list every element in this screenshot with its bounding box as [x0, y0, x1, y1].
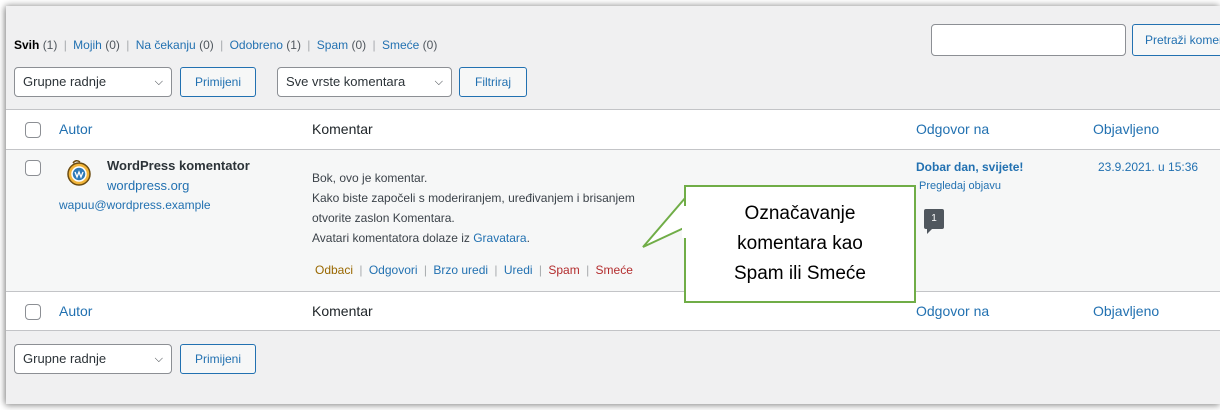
- column-date-footer[interactable]: Objavljeno: [1093, 303, 1159, 319]
- chevron-down-icon: ⌵: [434, 76, 443, 88]
- callout-gap-mask: [682, 206, 688, 238]
- filter-separator: |: [220, 38, 224, 52]
- column-author-footer[interactable]: Autor: [59, 303, 92, 319]
- filter-all[interactable]: Svih: [14, 38, 39, 52]
- filter-mine[interactable]: Mojih: [73, 38, 102, 52]
- edit-action[interactable]: Uredi: [504, 263, 533, 277]
- action-separator: |: [586, 263, 590, 277]
- action-separator: |: [538, 263, 543, 277]
- bulk-actions-select-bottom[interactable]: Grupne radnje ⌵: [14, 344, 172, 374]
- comment-type-value: Sve vrste komentara: [286, 74, 406, 89]
- comment-text: .: [526, 231, 530, 245]
- callout-line: komentara kao: [737, 233, 863, 254]
- trash-action[interactable]: Smeće: [596, 263, 633, 277]
- apply-button[interactable]: Primijeni: [180, 67, 256, 97]
- callout-line: Označavanje: [744, 203, 856, 224]
- column-comment-footer: Komentar: [312, 303, 373, 319]
- row-checkbox[interactable]: [25, 160, 41, 176]
- action-separator: |: [423, 263, 428, 277]
- filter-trash-count: (0): [422, 38, 438, 52]
- column-response-footer[interactable]: Odgovor na: [916, 303, 989, 319]
- comment-line: Kako biste započeli s moderiranjem, uređ…: [312, 191, 635, 205]
- action-separator: |: [494, 263, 498, 277]
- quick-edit-action[interactable]: Brzo uredi: [433, 263, 488, 277]
- filter-spam-count: (0): [351, 38, 367, 52]
- filter-pending-count: (0): [199, 38, 214, 52]
- filter-separator: |: [63, 38, 67, 52]
- select-all-checkbox[interactable]: [25, 122, 41, 138]
- filter-approved-count: (1): [286, 38, 301, 52]
- filter-approved[interactable]: Odobreno: [230, 38, 283, 52]
- comment-line: Avatari komentatora dolaze iz Gravatara.: [312, 228, 635, 248]
- table-row: WordPress komentator wordpress.org wapuu…: [6, 150, 1220, 292]
- comment-body: Bok, ovo je komentar. Kako biste započel…: [312, 168, 635, 248]
- action-separator: |: [359, 263, 363, 277]
- reply-action[interactable]: Odgovori: [369, 263, 418, 277]
- filter-trash[interactable]: Smeće: [382, 38, 419, 52]
- comment-count-badge[interactable]: 1: [924, 209, 944, 234]
- table-footer: Autor Komentar Odgovor na Objavljeno: [6, 292, 1220, 332]
- filter-mine-count: (0): [105, 38, 120, 52]
- filter-separator: |: [307, 38, 311, 52]
- author-name: WordPress komentator: [107, 158, 250, 173]
- comment-type-select[interactable]: Sve vrste komentara ⌵: [277, 67, 452, 97]
- status-filters: Svih (1) | Mojih (0) | Na čekanju (0) | …: [14, 38, 437, 52]
- column-response[interactable]: Odgovor na: [916, 121, 989, 137]
- author-url[interactable]: wordpress.org: [107, 178, 189, 193]
- filter-pending[interactable]: Na čekanju: [136, 38, 196, 52]
- response-post-title[interactable]: Dobar dan, svijete!: [916, 160, 1023, 174]
- callout-line: Spam ili Smeće: [734, 263, 866, 284]
- unapprove-action[interactable]: Odbaci: [315, 263, 353, 277]
- chevron-down-icon: ⌵: [154, 76, 163, 88]
- bulk-actions-select[interactable]: Grupne radnje ⌵: [14, 67, 172, 97]
- filter-separator: |: [126, 38, 130, 52]
- comment-line: otvorite zaslon Komentara.: [312, 211, 455, 225]
- search-input[interactable]: [931, 24, 1126, 56]
- comment-line: Bok, ovo je komentar.: [312, 171, 428, 185]
- filter-button[interactable]: Filtriraj: [459, 67, 527, 97]
- view-post-link[interactable]: Pregledaj objavu: [919, 180, 1001, 192]
- filter-all-count: (1): [42, 38, 58, 52]
- row-actions: Odbaci | Odgovori | Brzo uredi | Uredi |…: [315, 263, 633, 277]
- apply-button-bottom[interactable]: Primijeni: [180, 344, 256, 374]
- bulk-actions-value: Grupne radnje: [23, 351, 107, 366]
- avatar: [67, 159, 91, 186]
- bulk-actions-value: Grupne radnje: [23, 74, 107, 89]
- search-button[interactable]: Pretraži komentare: [1132, 24, 1220, 56]
- column-author[interactable]: Autor: [59, 121, 92, 137]
- table-header: Autor Komentar Odgovor na Objavljeno: [6, 110, 1220, 150]
- column-comment: Komentar: [312, 121, 373, 137]
- spam-action[interactable]: Spam: [548, 263, 579, 277]
- chevron-down-icon: ⌵: [154, 353, 163, 365]
- comment-date[interactable]: 23.9.2021. u 15:36: [1098, 160, 1198, 174]
- comments-table: Autor Komentar Odgovor na Objavljeno Wor…: [6, 109, 1220, 331]
- gravatar-link[interactable]: Gravatara: [473, 231, 526, 245]
- comments-screen: Svih (1) | Mojih (0) | Na čekanju (0) | …: [6, 6, 1220, 404]
- comment-text: Avatari komentatora dolaze iz: [312, 231, 474, 245]
- filter-spam[interactable]: Spam: [317, 38, 348, 52]
- select-all-checkbox-footer[interactable]: [25, 304, 41, 320]
- author-email[interactable]: wapuu@wordpress.example: [59, 198, 211, 212]
- column-date[interactable]: Objavljeno: [1093, 121, 1159, 137]
- callout-annotation: Označavanje komentara kao Spam ili Smeće: [684, 185, 916, 303]
- filter-separator: |: [372, 38, 376, 52]
